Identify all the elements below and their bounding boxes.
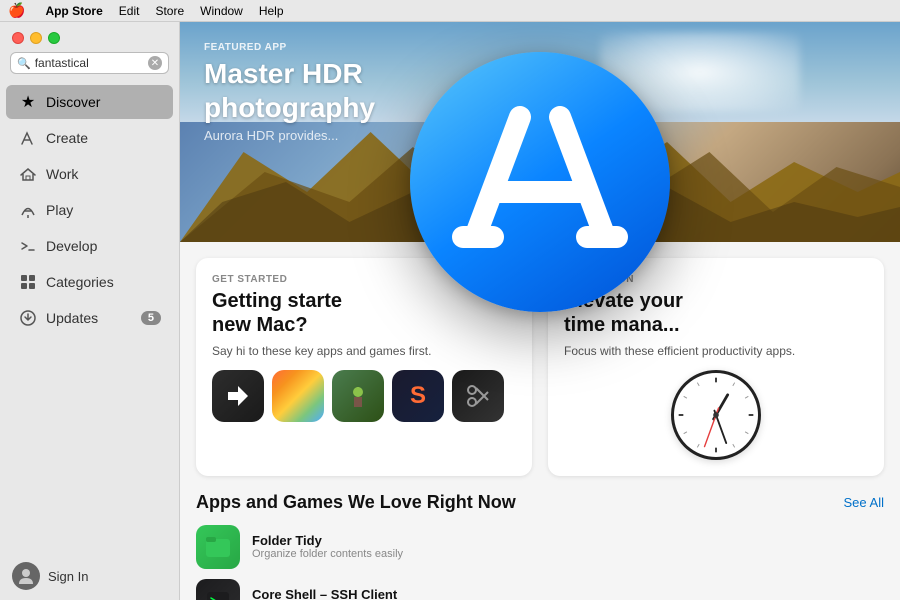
hero-title: Master HDRphotography bbox=[204, 57, 375, 124]
sidebar-label-play: Play bbox=[46, 202, 73, 218]
clock-container bbox=[564, 370, 868, 460]
sidebar-item-categories[interactable]: Categories bbox=[6, 265, 173, 299]
search-icon: 🔍 bbox=[17, 57, 31, 70]
main-content: FEATURED APP Master HDRphotography Auror… bbox=[180, 22, 900, 600]
develop-icon bbox=[18, 236, 38, 256]
app-icon-scribd: S bbox=[392, 370, 444, 422]
sidebar-item-create[interactable]: Create bbox=[6, 121, 173, 155]
sidebar: 🔍 ✕ ★ Discover Create Work Play bbox=[0, 22, 180, 600]
minimize-button[interactable] bbox=[30, 32, 42, 44]
search-bar: 🔍 ✕ bbox=[10, 52, 169, 74]
traffic-lights bbox=[0, 22, 179, 52]
hero-label: FEATURED APP bbox=[204, 42, 375, 53]
core-shell-info: Core Shell – SSH Client Terminal & SSH c… bbox=[252, 587, 884, 600]
menubar: 🍎 App Store Edit Store Window Help bbox=[0, 0, 900, 22]
close-button[interactable] bbox=[12, 32, 24, 44]
sidebar-item-updates[interactable]: Updates 5 bbox=[6, 301, 173, 335]
app-window: 🔍 ✕ ★ Discover Create Work Play bbox=[0, 22, 900, 600]
folder-tidy-icon bbox=[196, 525, 240, 569]
list-item[interactable]: Folder Tidy Organize folder contents eas… bbox=[196, 525, 884, 569]
discover-icon: ★ bbox=[18, 92, 38, 112]
section-header: Apps and Games We Love Right Now See All bbox=[196, 492, 884, 513]
app-icon-marble bbox=[272, 370, 324, 422]
avatar-icon bbox=[12, 562, 40, 590]
sidebar-label-create: Create bbox=[46, 130, 88, 146]
card1-desc: Say hi to these key apps and games first… bbox=[212, 343, 516, 360]
folder-tidy-name: Folder Tidy bbox=[252, 533, 884, 548]
card2-desc: Focus with these efficient productivity … bbox=[564, 343, 868, 360]
clock-ticks bbox=[674, 373, 758, 457]
menubar-appname[interactable]: App Store bbox=[45, 4, 102, 18]
sidebar-label-categories: Categories bbox=[46, 274, 114, 290]
appstore-icon-circle bbox=[410, 52, 670, 312]
work-icon bbox=[18, 164, 38, 184]
apple-menu[interactable]: 🍎 bbox=[8, 2, 25, 19]
updates-badge: 5 bbox=[141, 311, 161, 325]
sidebar-item-discover[interactable]: ★ Discover bbox=[6, 85, 173, 119]
hero-text: FEATURED APP Master HDRphotography Auror… bbox=[204, 42, 375, 143]
updates-icon bbox=[18, 308, 38, 328]
create-icon bbox=[18, 128, 38, 148]
folder-tidy-sub: Organize folder contents easily bbox=[252, 548, 884, 560]
categories-icon bbox=[18, 272, 38, 292]
sidebar-label-develop: Develop bbox=[46, 238, 97, 254]
clock bbox=[671, 370, 761, 460]
apps-list: Folder Tidy Organize folder contents eas… bbox=[196, 525, 884, 600]
search-clear-button[interactable]: ✕ bbox=[148, 56, 162, 70]
app-icon-farming bbox=[332, 370, 384, 422]
section-title: Apps and Games We Love Right Now bbox=[196, 492, 516, 513]
sidebar-label-discover: Discover bbox=[46, 94, 100, 110]
sidebar-label-work: Work bbox=[46, 166, 78, 182]
menubar-help[interactable]: Help bbox=[259, 4, 284, 18]
sidebar-item-develop[interactable]: Develop bbox=[6, 229, 173, 263]
sign-in-button[interactable]: Sign In bbox=[0, 552, 179, 600]
menubar-store[interactable]: Store bbox=[155, 4, 184, 18]
appstore-icon-overlay bbox=[410, 52, 670, 312]
sidebar-label-updates: Updates bbox=[46, 310, 98, 326]
play-icon bbox=[18, 200, 38, 220]
bottom-section: Apps and Games We Love Right Now See All… bbox=[180, 476, 900, 600]
fullscreen-button[interactable] bbox=[48, 32, 60, 44]
app-icon-arrow bbox=[212, 370, 264, 422]
hero-subtitle: Aurora HDR provides... bbox=[204, 128, 375, 143]
menubar-edit[interactable]: Edit bbox=[119, 4, 140, 18]
search-input[interactable] bbox=[35, 56, 144, 70]
sidebar-item-work[interactable]: Work bbox=[6, 157, 173, 191]
core-shell-icon bbox=[196, 579, 240, 600]
sidebar-item-play[interactable]: Play bbox=[6, 193, 173, 227]
card1-app-icons: S bbox=[212, 370, 516, 422]
see-all-button[interactable]: See All bbox=[844, 495, 884, 510]
appstore-a-logo bbox=[440, 82, 640, 282]
core-shell-name: Core Shell – SSH Client bbox=[252, 587, 884, 600]
folder-tidy-info: Folder Tidy Organize folder contents eas… bbox=[252, 533, 884, 560]
menubar-window[interactable]: Window bbox=[200, 4, 243, 18]
list-item[interactable]: Core Shell – SSH Client Terminal & SSH c… bbox=[196, 579, 884, 600]
sign-in-label: Sign In bbox=[48, 569, 88, 584]
app-icon-cut bbox=[452, 370, 504, 422]
